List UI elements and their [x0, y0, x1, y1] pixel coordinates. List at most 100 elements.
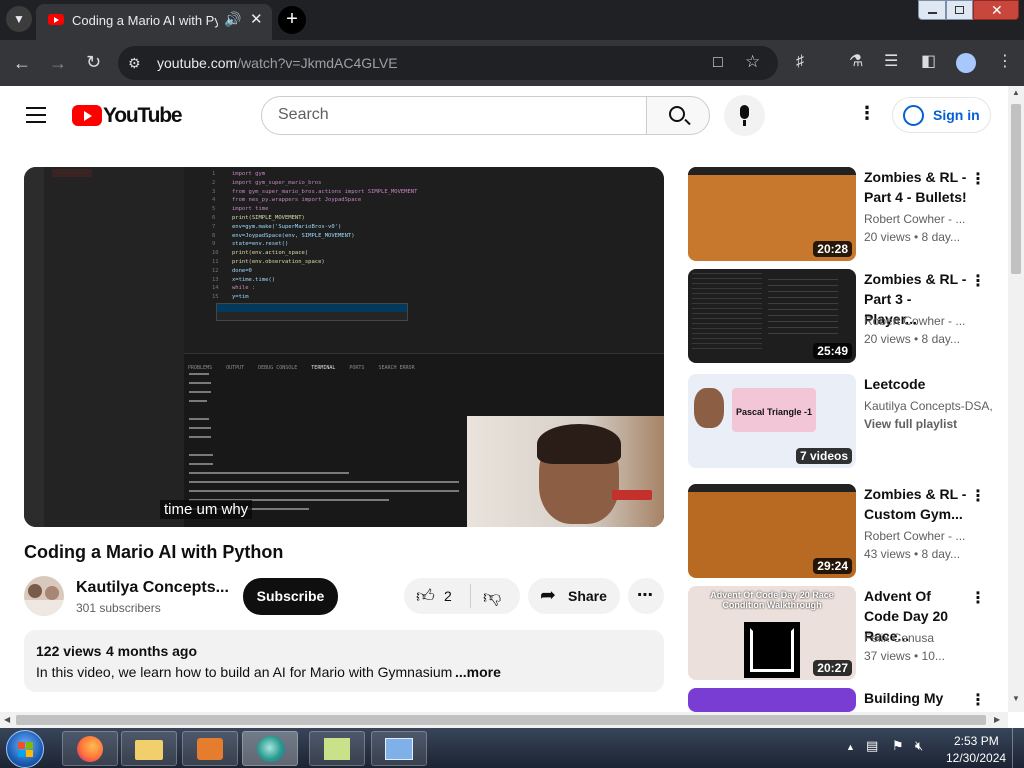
recommended-video-title[interactable]: Leetcode [864, 374, 968, 394]
code-line: done=0 [232, 267, 252, 274]
settings-menu-icon[interactable]: ⋮ [858, 103, 876, 124]
install-app-icon[interactable]: □ [713, 55, 723, 71]
code-line-number: 10 [212, 250, 219, 257]
recommended-video-thumbnail[interactable]: 20:28 [688, 167, 856, 261]
code-line: from gym_super_mario_bros.actions import… [232, 188, 418, 195]
recommended-video-channel[interactable]: Robert Cowher - ... [864, 529, 968, 543]
recommended-video-thumbnail[interactable]: 29:24 [688, 484, 856, 578]
side-panel-icon[interactable]: ◧ [921, 54, 936, 70]
account-circle-icon [903, 105, 924, 126]
site-info-icon[interactable]: ⚙ [128, 55, 141, 71]
voice-search-button[interactable] [724, 95, 765, 136]
search-input[interactable]: Search [261, 96, 647, 135]
recommended-video-thumbnail[interactable]: 25:49 [688, 269, 856, 363]
bookmark-star-icon[interactable]: ☆ [745, 53, 760, 70]
terminal-line [189, 400, 207, 402]
scroll-left-arrow[interactable]: ◀ [4, 715, 10, 724]
channel-name[interactable]: Kautilya Concepts... [76, 579, 229, 597]
terminal-tab[interactable]: PROBLEMS [188, 365, 212, 371]
recommended-video-thumbnail[interactable] [688, 688, 856, 712]
terminal-tab[interactable]: DEBUG CONSOLE [258, 365, 297, 371]
sign-in-button[interactable]: Sign in [892, 97, 991, 133]
recommended-video-title[interactable]: Building My [864, 688, 968, 708]
start-button[interactable] [6, 730, 44, 768]
forward-arrow-icon[interactable]: → [49, 54, 67, 72]
view-full-playlist-link[interactable]: View full playlist [864, 417, 968, 431]
taskbar-sticky-notes[interactable] [309, 731, 365, 766]
audio-playing-icon[interactable]: 🔊 [224, 11, 241, 28]
code-line-number: 12 [212, 267, 219, 274]
subscribe-button[interactable]: Subscribe [243, 578, 338, 615]
new-tab-button[interactable]: + [278, 6, 306, 34]
editor-tab [52, 169, 92, 177]
terminal-tab[interactable]: OUTPUT [226, 365, 244, 371]
recommended-video-meta: 43 views • 8 day... [864, 547, 961, 561]
search-button[interactable] [646, 96, 710, 135]
guide-menu-icon[interactable] [26, 107, 46, 123]
description-box[interactable]: 122 views 4 months ago In this video, we… [24, 630, 664, 692]
recommended-video-title[interactable]: Zombies & RL - Part 4 - Bullets! [864, 167, 968, 207]
show-more-link[interactable]: ...more [455, 664, 501, 680]
browser-menu-icon[interactable]: ⋮ [997, 54, 1013, 70]
extensions-icon[interactable]: ♯ [796, 54, 804, 70]
youtube-logo[interactable]: YouTube [72, 104, 183, 128]
scroll-up-arrow[interactable]: ▲ [1012, 88, 1020, 97]
taskbar-chrome[interactable] [242, 731, 298, 766]
youtube-favicon-icon [48, 14, 64, 25]
media-control-icon[interactable]: ☰ [884, 54, 898, 70]
action-center-flag-icon[interactable]: ⚑ [892, 738, 904, 754]
clock-time[interactable]: 2:53 PM [954, 734, 999, 748]
terminal-tab[interactable]: TERMINAL [311, 365, 335, 371]
volume-muted-icon[interactable]: 🔇︎ [915, 738, 923, 754]
horizontal-scrollbar[interactable]: ◀ ▶ [0, 712, 1008, 728]
video-player[interactable]: 1 import gym 2 import gym_super_mario_bros 3… [24, 167, 664, 527]
recommended-video-channel[interactable]: Felix Cenusa [864, 631, 968, 645]
terminal-tab[interactable]: PORTS [349, 365, 364, 371]
back-arrow-icon[interactable]: ← [13, 54, 31, 72]
scroll-right-arrow[interactable]: ▶ [994, 715, 1000, 724]
show-desktop-button[interactable] [1012, 728, 1024, 768]
terminal-output [189, 373, 459, 517]
video-options-icon[interactable]: ⋮ [970, 169, 986, 189]
taskbar-firefox[interactable] [62, 731, 118, 766]
close-window-button[interactable]: ✕ [973, 0, 1019, 20]
vertical-scroll-thumb[interactable] [1011, 104, 1021, 274]
clock-date[interactable]: 12/30/2024 [946, 751, 1006, 765]
minimize-window-button[interactable] [918, 0, 946, 20]
code-line: y=tim [232, 294, 249, 301]
recommended-video-thumbnail[interactable]: Pascal Triangle -1 7 videos [688, 374, 856, 468]
video-options-icon[interactable]: ⋮ [970, 486, 986, 506]
taskbar-control-panel[interactable] [371, 731, 427, 766]
more-actions-button[interactable]: ⋯ [628, 578, 664, 614]
code-line-number: 8 [212, 232, 216, 239]
description-text: In this video, we learn how to build an … [36, 664, 453, 680]
video-options-icon[interactable]: ⋮ [970, 588, 986, 608]
terminal-tabs: PROBLEMS OUTPUT DEBUG CONSOLE TERMINAL PORTS… [188, 356, 429, 374]
scroll-down-arrow[interactable]: ▼ [1012, 694, 1020, 703]
taskbar-file-explorer[interactable] [121, 731, 177, 766]
video-options-icon[interactable]: ⋮ [970, 690, 986, 710]
horizontal-scroll-thumb[interactable] [16, 715, 986, 725]
recommended-video-channel[interactable]: Robert Cowher - ... [864, 314, 968, 328]
recommended-video-channel[interactable]: Kautilya Concepts-DSA, [864, 399, 994, 413]
maximize-window-button[interactable] [946, 0, 973, 20]
recommended-video-title[interactable]: Zombies & RL - Custom Gym... [864, 484, 968, 524]
network-icon[interactable]: ▤ [866, 738, 878, 754]
tab-close-icon[interactable]: ✕ [250, 10, 263, 28]
channel-avatar[interactable] [24, 576, 64, 616]
notes-icon [324, 738, 350, 760]
taskbar-media-player[interactable] [182, 731, 238, 766]
vertical-scrollbar[interactable]: ▲ ▼ [1008, 86, 1024, 712]
reload-icon[interactable]: ↻ [86, 53, 101, 71]
labs-flask-icon[interactable]: ⚗ [849, 54, 863, 70]
show-hidden-icons[interactable]: ▲ [846, 742, 855, 752]
terminal-tab[interactable]: SEARCH ERROR [378, 365, 414, 371]
share-button[interactable]: ➦ Share [528, 578, 620, 614]
dislike-button[interactable]: 👎︎ [471, 578, 520, 614]
video-options-icon[interactable]: ⋮ [970, 271, 986, 291]
recommended-video-thumbnail[interactable]: Advent Of Code Day 20 Race Condition Wal… [688, 586, 856, 680]
tab-search-button[interactable]: ▼ [6, 6, 32, 32]
like-button[interactable]: 👍︎ 2 [404, 578, 470, 614]
profile-avatar-icon[interactable] [956, 53, 976, 73]
recommended-video-channel[interactable]: Robert Cowher - ... [864, 212, 968, 226]
